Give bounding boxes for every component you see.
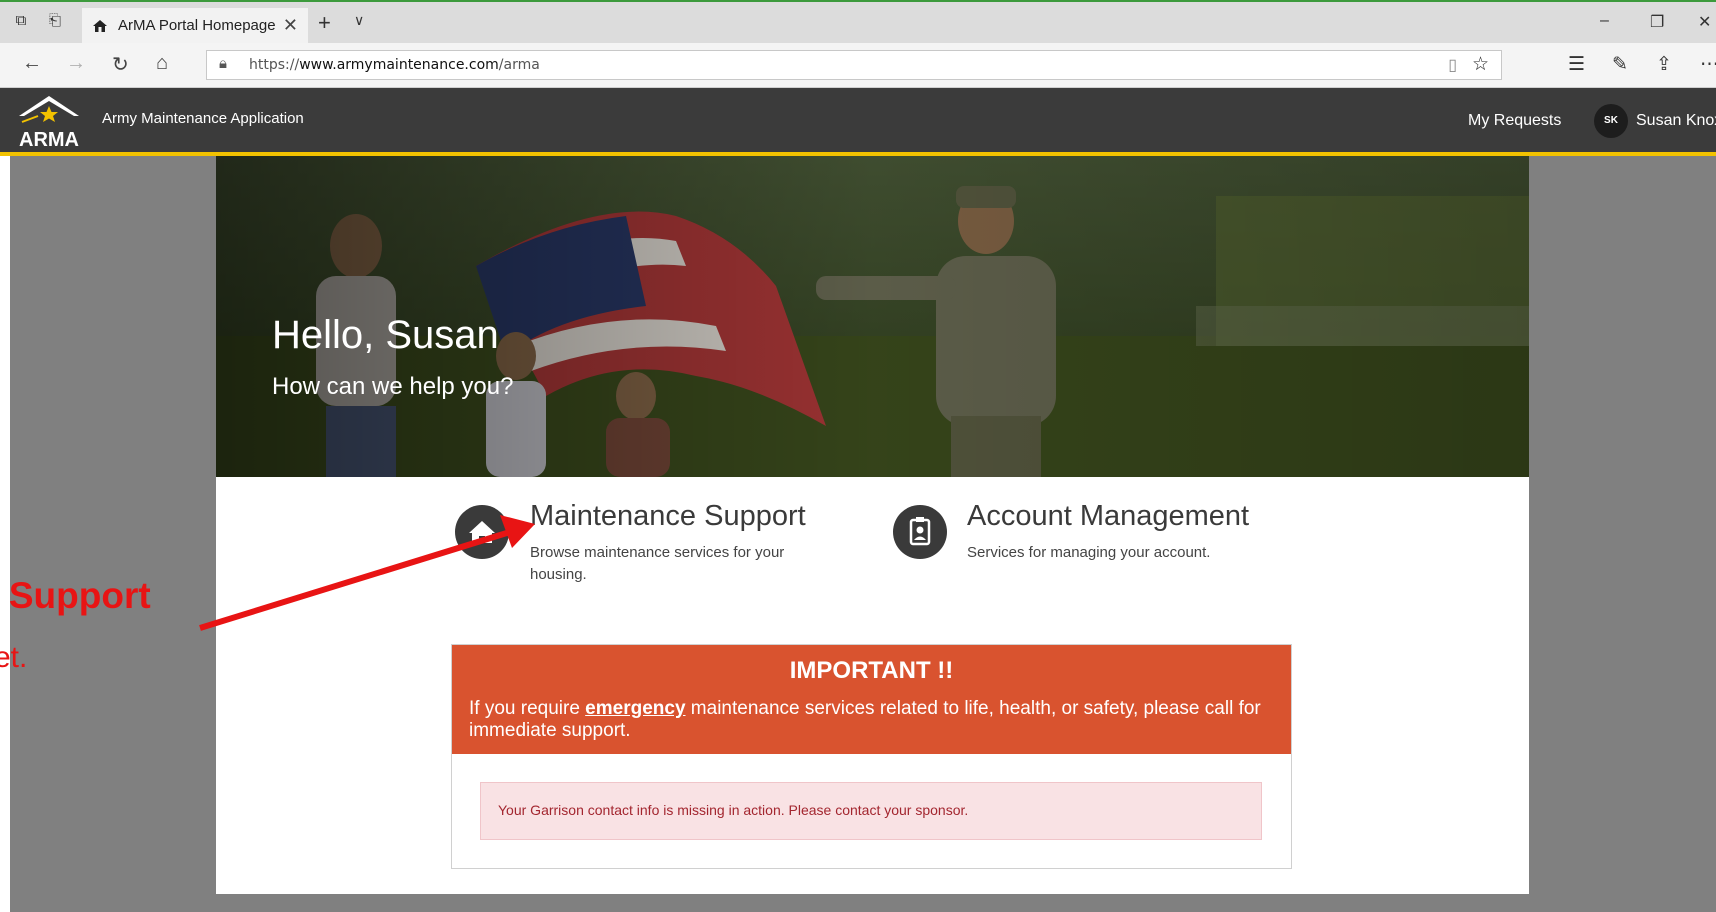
annotation-arrow <box>199 515 535 631</box>
